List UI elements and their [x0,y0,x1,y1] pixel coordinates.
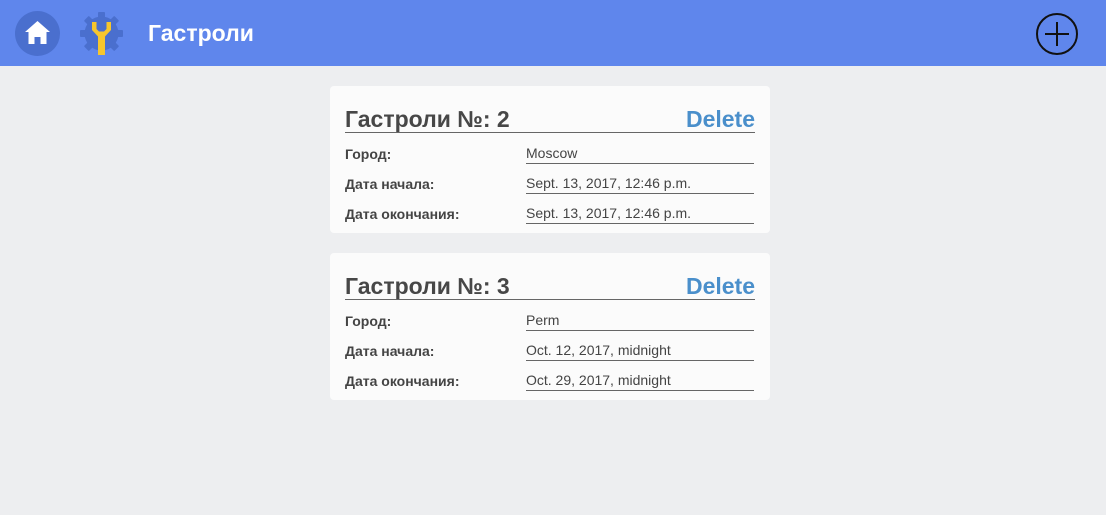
top-bar: Гастроли [0,0,1106,66]
add-circle-icon [1036,13,1078,55]
delete-button[interactable]: Delete [686,273,755,299]
end-date-value: Oct. 29, 2017, midnight [526,370,754,391]
city-label: Город: [345,146,392,162]
end-date-label: Дата окончания: [345,206,460,222]
end-date-row: Дата окончания: Sept. 13, 2017, 12:46 p.… [345,203,755,225]
end-date-row: Дата окончания: Oct. 29, 2017, midnight [345,370,755,392]
start-date-row: Дата начала: Sept. 13, 2017, 12:46 p.m. [345,173,755,195]
start-date-label: Дата начала: [345,176,435,192]
end-date-label: Дата окончания: [345,373,460,389]
home-button[interactable] [15,11,60,56]
start-date-value: Sept. 13, 2017, 12:46 p.m. [526,173,754,194]
city-row: Город: Perm [345,310,755,332]
add-tour-button[interactable] [1035,12,1079,56]
tour-card: Гастроли №: 2 Delete Город: Moscow Дата … [330,86,770,233]
settings-button[interactable] [78,10,125,57]
app-title: Гастроли [148,20,254,46]
start-date-row: Дата начала: Oct. 12, 2017, midnight [345,340,755,362]
tour-title: Гастроли №: 2 [345,106,510,132]
home-icon [25,21,50,44]
tour-card: Гастроли №: 3 Delete Город: Perm Дата на… [330,253,770,400]
city-label: Город: [345,313,392,329]
settings-wrench-icon [80,12,123,55]
end-date-value: Sept. 13, 2017, 12:46 p.m. [526,203,754,224]
tour-card-header: Гастроли №: 2 Delete [345,104,755,133]
city-value: Moscow [526,143,754,164]
tour-title: Гастроли №: 3 [345,273,510,299]
tour-card-header: Гастроли №: 3 Delete [345,271,755,300]
start-date-label: Дата начала: [345,343,435,359]
start-date-value: Oct. 12, 2017, midnight [526,340,754,361]
city-value: Perm [526,310,754,331]
delete-button[interactable]: Delete [686,106,755,132]
city-row: Город: Moscow [345,143,755,165]
